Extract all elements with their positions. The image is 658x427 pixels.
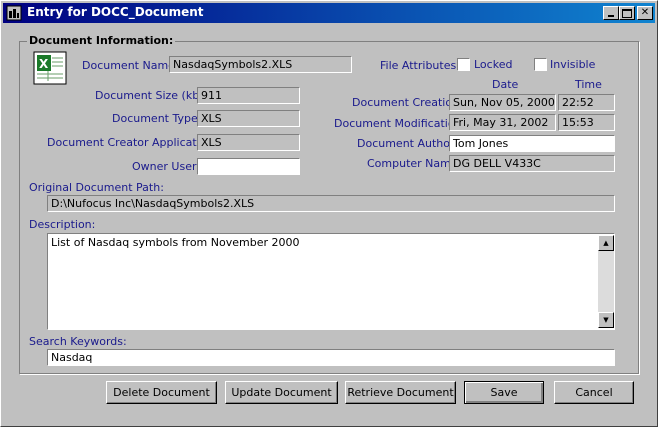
group-title: Document Information: xyxy=(27,34,176,47)
computer-name-field[interactable]: DG DELL V433C xyxy=(449,155,615,172)
search-keywords-input[interactable]: Nasdaq xyxy=(47,349,615,366)
original-path-label: Original Document Path: xyxy=(29,181,164,194)
arrow-down-icon: ▼ xyxy=(603,316,609,324)
original-path-field[interactable]: D:\Nufocus Inc\NasdaqSymbols2.XLS xyxy=(47,195,615,212)
retrieve-document-button[interactable]: Retrieve Document xyxy=(345,381,456,404)
modification-time-field[interactable]: 15:53 xyxy=(558,114,615,131)
time-column-header: Time xyxy=(575,78,602,91)
description-scrollbar[interactable]: ▲ ▼ xyxy=(598,235,614,328)
search-keywords-label: Search Keywords: xyxy=(29,335,127,348)
document-author-input[interactable]: Tom Jones xyxy=(449,135,615,152)
document-size-field[interactable]: 911 xyxy=(197,87,300,104)
minimize-button[interactable] xyxy=(603,6,619,20)
cancel-button[interactable]: Cancel xyxy=(554,381,634,404)
creation-time-field[interactable]: 22:52 xyxy=(558,94,615,111)
svg-text:X: X xyxy=(39,57,49,71)
scroll-up-button[interactable]: ▲ xyxy=(598,235,614,251)
modification-date-field[interactable]: Fri, May 31, 2002 xyxy=(449,114,556,131)
close-button[interactable]: ✕ xyxy=(637,6,653,20)
save-button[interactable]: Save xyxy=(464,381,544,404)
computer-name-label: Computer Name: xyxy=(367,157,462,170)
close-icon: ✕ xyxy=(640,7,650,18)
document-creation-label: Document Creation: xyxy=(352,96,463,109)
creator-application-label: Document Creator Application: xyxy=(47,136,218,149)
window-title: Entry for DOCC_Document xyxy=(27,5,204,19)
locked-checkbox[interactable] xyxy=(457,58,470,71)
document-type-label: Document Type: xyxy=(112,112,202,125)
invisible-label: Invisible xyxy=(550,58,596,71)
date-column-header: Date xyxy=(492,78,519,91)
app-window-icon[interactable] xyxy=(6,5,22,21)
document-type-field[interactable]: XLS xyxy=(197,110,300,127)
creator-application-field[interactable]: XLS xyxy=(197,134,300,151)
document-name-label: Document Name: xyxy=(82,59,179,72)
creation-date-field[interactable]: Sun, Nov 05, 2000 xyxy=(449,94,556,111)
document-size-label: Document Size (kb): xyxy=(95,89,208,102)
description-textarea[interactable]: List of Nasdaq symbols from November 200… xyxy=(47,233,615,330)
scroll-down-button[interactable]: ▼ xyxy=(598,312,614,328)
maximize-icon xyxy=(622,8,632,18)
update-document-button[interactable]: Update Document xyxy=(225,381,338,404)
minimize-icon xyxy=(608,15,614,17)
locked-label: Locked xyxy=(474,58,513,71)
owner-user-input[interactable] xyxy=(197,158,300,175)
dialog-window: Entry for DOCC_Document ✕ Document Infor… xyxy=(0,0,658,427)
file-attributes-label: File Attributes: xyxy=(380,59,460,72)
invisible-checkbox[interactable] xyxy=(534,58,547,71)
document-author-label: Document Author: xyxy=(357,137,459,150)
excel-file-icon: X xyxy=(33,51,67,85)
document-name-field[interactable]: NasdaqSymbols2.XLS xyxy=(169,56,352,73)
maximize-button[interactable] xyxy=(619,6,635,20)
delete-document-button[interactable]: Delete Document xyxy=(106,381,217,404)
owner-user-label: Owner User: xyxy=(132,160,200,173)
arrow-up-icon: ▲ xyxy=(603,239,609,247)
document-modification-label: Document Modification: xyxy=(334,117,466,130)
title-bar[interactable]: Entry for DOCC_Document ✕ xyxy=(3,3,655,23)
description-label: Description: xyxy=(29,218,96,231)
